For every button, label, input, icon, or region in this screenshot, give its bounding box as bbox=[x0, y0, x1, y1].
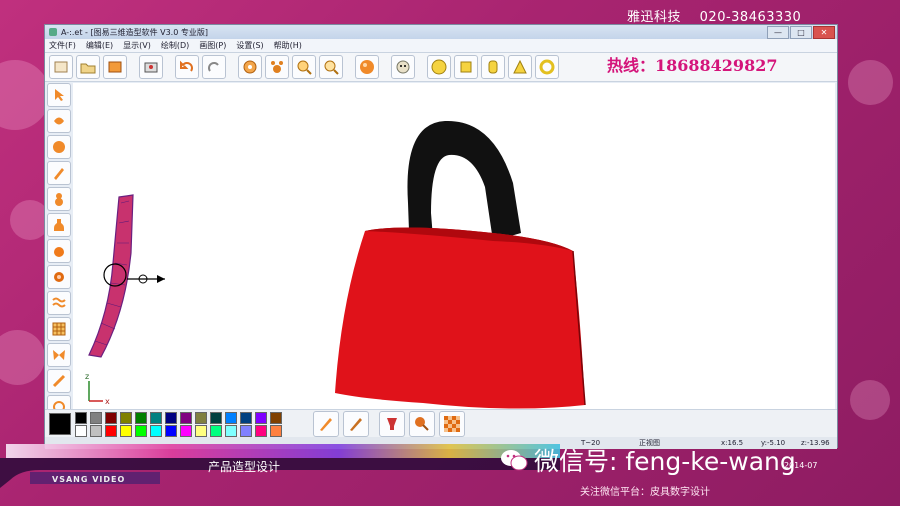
hotline-text: 热线：18688429827 bbox=[607, 56, 778, 75]
color-swatch[interactable] bbox=[135, 425, 147, 437]
menu-file[interactable]: 文件(F) bbox=[49, 40, 76, 51]
circle-icon[interactable] bbox=[427, 55, 451, 79]
status-z: z:-13.96 bbox=[801, 439, 830, 447]
color-swatch[interactable] bbox=[240, 425, 252, 437]
follow-text: 关注微信平台：皮具数字设计 bbox=[580, 487, 710, 498]
menu-settings[interactable]: 设置(S) bbox=[236, 40, 263, 51]
axis-indicator: z x bbox=[85, 372, 110, 406]
menu-bar: 文件(F) 编辑(E) 显示(V) 绘制(D) 画图(P) 设置(S) 帮助(H… bbox=[45, 39, 837, 53]
color-swatch[interactable] bbox=[225, 425, 237, 437]
title-bar: A-:.et - [图易三维造型软件 V3.0 专业版] — □ ✕ bbox=[45, 25, 837, 39]
open-icon[interactable] bbox=[76, 55, 100, 79]
butterfly-decoration bbox=[848, 60, 893, 105]
cup-icon[interactable] bbox=[379, 411, 405, 437]
top-brand: 雅迅科技 020-38463330 bbox=[627, 6, 815, 25]
butterfly-decoration bbox=[850, 380, 890, 420]
zoom-out-icon[interactable] bbox=[319, 55, 343, 79]
flower-decoration bbox=[0, 60, 50, 130]
app-window: A-:.et - [图易三维造型软件 V3.0 专业版] — □ ✕ 文件(F)… bbox=[44, 24, 838, 449]
color-swatch[interactable] bbox=[120, 412, 132, 424]
brush-icon[interactable] bbox=[47, 161, 71, 185]
line-icon[interactable] bbox=[47, 369, 71, 393]
app-icon bbox=[49, 28, 57, 36]
wechat-handle: 微信号: feng-ke-wang bbox=[534, 447, 796, 476]
cylinder-icon[interactable] bbox=[481, 55, 505, 79]
color-swatch[interactable] bbox=[135, 412, 147, 424]
orange-icon[interactable] bbox=[47, 265, 71, 289]
menu-draw[interactable]: 绘制(D) bbox=[161, 40, 189, 51]
color-swatch[interactable] bbox=[255, 425, 267, 437]
pointer-icon[interactable] bbox=[47, 83, 71, 107]
checker-icon[interactable] bbox=[439, 411, 465, 437]
color-swatch[interactable] bbox=[195, 425, 207, 437]
drawing-canvas[interactable]: z x bbox=[73, 83, 835, 409]
close-button[interactable]: ✕ bbox=[813, 26, 835, 39]
minimize-button[interactable]: — bbox=[767, 26, 789, 39]
handbag-model bbox=[335, 120, 586, 409]
video-caption: 产品造型设计 bbox=[208, 460, 281, 474]
butterfly-icon[interactable] bbox=[47, 343, 71, 367]
save-icon[interactable] bbox=[103, 55, 127, 79]
paw-icon[interactable] bbox=[265, 55, 289, 79]
menu-view[interactable]: 显示(V) bbox=[123, 40, 151, 51]
maximize-button[interactable]: □ bbox=[790, 26, 812, 39]
window-title: A-:.et - [图易三维造型软件 V3.0 专业版] bbox=[61, 27, 208, 37]
color-swatch[interactable] bbox=[75, 412, 87, 424]
sphere-icon[interactable] bbox=[355, 55, 379, 79]
color-swatch[interactable] bbox=[210, 412, 222, 424]
color-swatch[interactable] bbox=[120, 425, 132, 437]
dog-icon[interactable] bbox=[391, 55, 415, 79]
company-phone: 020-38463330 bbox=[699, 10, 802, 25]
color-swatch[interactable] bbox=[90, 425, 102, 437]
color-swatch[interactable] bbox=[165, 425, 177, 437]
color-swatch[interactable] bbox=[210, 425, 222, 437]
axis-x-label: x bbox=[105, 397, 110, 406]
color-swatch[interactable] bbox=[150, 425, 162, 437]
color-swatch[interactable] bbox=[270, 412, 282, 424]
color-swatch[interactable] bbox=[195, 412, 207, 424]
gourd-icon[interactable] bbox=[47, 187, 71, 211]
color-swatch[interactable] bbox=[255, 412, 267, 424]
color-swatch[interactable] bbox=[75, 425, 87, 437]
redo-icon[interactable] bbox=[202, 55, 226, 79]
axis-z-label: z bbox=[85, 372, 89, 381]
new-icon[interactable] bbox=[49, 55, 73, 79]
bottle-icon[interactable] bbox=[47, 213, 71, 237]
brush-icon[interactable] bbox=[343, 411, 369, 437]
menu-help[interactable]: 帮助(H) bbox=[274, 40, 302, 51]
current-color-swatch[interactable] bbox=[49, 413, 71, 435]
wechat-overlay: 微信号: feng-ke-wang bbox=[500, 442, 796, 478]
wave-icon[interactable] bbox=[47, 291, 71, 315]
menu-paint[interactable]: 画图(P) bbox=[199, 40, 226, 51]
flower-decoration bbox=[0, 330, 45, 385]
cube-icon[interactable] bbox=[454, 55, 478, 79]
color-swatch[interactable] bbox=[225, 412, 237, 424]
gear-icon[interactable] bbox=[238, 55, 262, 79]
shape-icon[interactable] bbox=[47, 109, 71, 133]
torus-icon[interactable] bbox=[535, 55, 559, 79]
cone-icon[interactable] bbox=[508, 55, 532, 79]
zoom-in-icon[interactable] bbox=[292, 55, 316, 79]
menu-edit[interactable]: 编辑(E) bbox=[86, 40, 113, 51]
color-swatch[interactable] bbox=[150, 412, 162, 424]
color-swatch[interactable] bbox=[165, 412, 177, 424]
color-swatch[interactable] bbox=[180, 412, 192, 424]
company-name: 雅迅科技 bbox=[627, 10, 682, 25]
sphere-icon[interactable] bbox=[47, 135, 71, 159]
video-brand: VSANG VIDEO bbox=[52, 475, 126, 484]
brush-icon[interactable] bbox=[313, 411, 339, 437]
color-swatch[interactable] bbox=[105, 412, 117, 424]
orange-icon[interactable] bbox=[47, 239, 71, 263]
undo-icon[interactable] bbox=[175, 55, 199, 79]
drumstick-icon[interactable] bbox=[409, 411, 435, 437]
left-toolbar bbox=[47, 83, 71, 419]
color-swatch[interactable] bbox=[105, 425, 117, 437]
color-swatch[interactable] bbox=[90, 412, 102, 424]
color-swatch[interactable] bbox=[270, 425, 282, 437]
grid-icon[interactable] bbox=[47, 317, 71, 341]
color-swatch[interactable] bbox=[240, 412, 252, 424]
print-icon[interactable] bbox=[139, 55, 163, 79]
color-swatch[interactable] bbox=[180, 425, 192, 437]
wechat-icon bbox=[501, 450, 528, 471]
